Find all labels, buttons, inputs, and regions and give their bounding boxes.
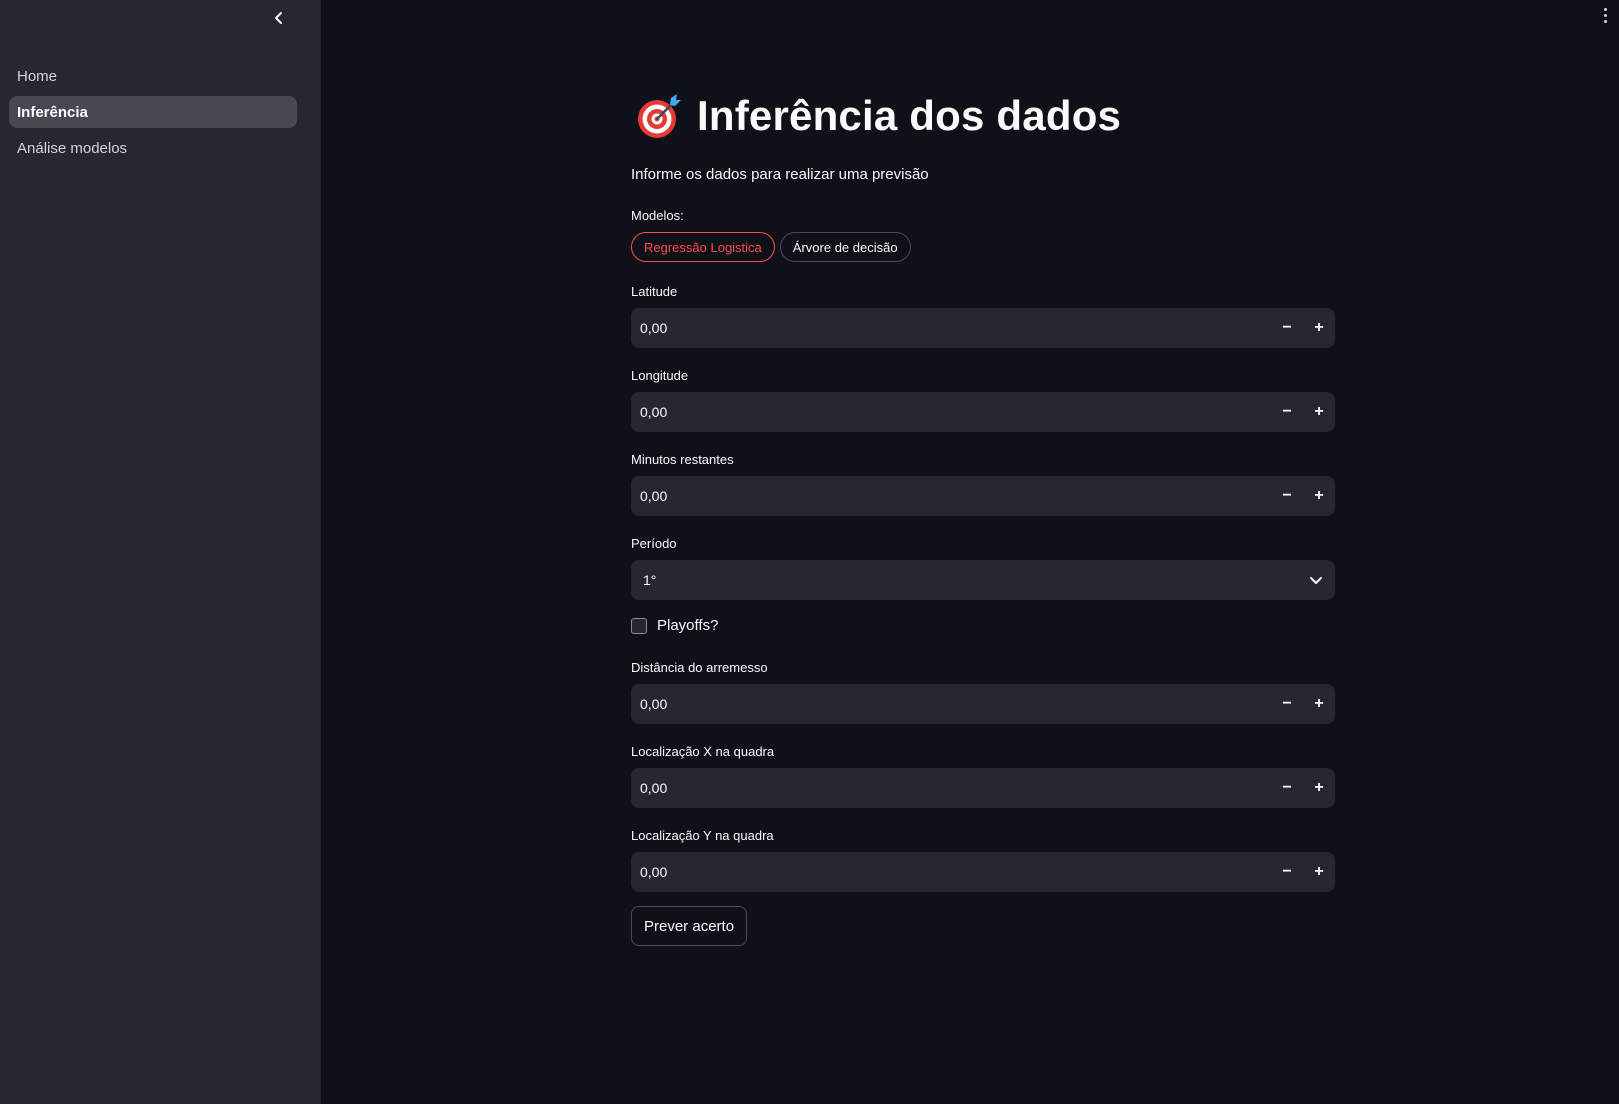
loc-x-value[interactable]: 0,00 — [631, 780, 1271, 796]
loc-x-increment-button[interactable]: + — [1303, 768, 1335, 808]
main-menu-button[interactable] — [1599, 4, 1611, 26]
predict-button[interactable]: Prever acerto — [631, 906, 748, 946]
playoffs-checkbox[interactable] — [631, 617, 647, 634]
loc-x-decrement-button[interactable]: − — [1271, 768, 1303, 808]
kebab-dot — [1603, 7, 1607, 11]
playoffs-label: Playoffs? — [657, 617, 719, 634]
page-title: Inferência dos dados — [697, 92, 1122, 139]
model-pill-arvore-de-decisao[interactable]: Árvore de decisão — [779, 232, 911, 262]
loc-x-input: 0,00 − + — [631, 768, 1335, 808]
periodo-label: Período — [631, 536, 677, 551]
sidebar-item-home[interactable]: Home — [9, 60, 297, 92]
kebab-dot — [1603, 13, 1607, 17]
longitude-label: Longitude — [631, 368, 689, 383]
sidebar-item-analise-modelos[interactable]: Análise modelos — [9, 132, 297, 164]
loc-x-label: Localização X na quadra — [631, 744, 775, 759]
periodo-select[interactable]: 1° — [631, 560, 1335, 600]
loc-y-value[interactable]: 0,00 — [631, 864, 1271, 880]
sidebar-item-label: Home — [17, 67, 58, 85]
distancia-increment-button[interactable]: + — [1303, 684, 1335, 724]
loc-y-decrement-button[interactable]: − — [1271, 852, 1303, 892]
latitude-input: 0,00 − + — [631, 308, 1335, 348]
chevron-down-icon — [1310, 577, 1322, 584]
target-dart-icon — [638, 94, 681, 138]
distancia-decrement-button[interactable]: − — [1271, 684, 1303, 724]
sidebar-item-label: Análise modelos — [17, 139, 128, 157]
playoffs-row: Playoffs? — [631, 617, 718, 634]
minutos-restantes-decrement-button[interactable]: − — [1271, 476, 1303, 516]
minutos-restantes-input: 0,00 − + — [631, 476, 1335, 516]
latitude-value[interactable]: 0,00 — [631, 320, 1271, 336]
sidebar-item-label: Inferência — [17, 103, 88, 121]
page-header: Inferência dos dados — [635, 92, 1121, 140]
distancia-value[interactable]: 0,00 — [631, 696, 1271, 712]
longitude-input: 0,00 − + — [631, 392, 1335, 432]
loc-y-increment-button[interactable]: + — [1303, 852, 1335, 892]
sidebar-nav: Home Inferência Análise modelos — [9, 60, 297, 168]
minutos-restantes-value[interactable]: 0,00 — [631, 488, 1271, 504]
longitude-decrement-button[interactable]: − — [1271, 392, 1303, 432]
distancia-label: Distância do arremesso — [631, 660, 768, 675]
longitude-increment-button[interactable]: + — [1303, 392, 1335, 432]
latitude-increment-button[interactable]: + — [1303, 308, 1335, 348]
minutos-restantes-label: Minutos restantes — [631, 452, 734, 467]
minutos-restantes-increment-button[interactable]: + — [1303, 476, 1335, 516]
latitude-label: Latitude — [631, 284, 678, 299]
models-pills: Regressão Logistica Árvore de decisão — [631, 232, 911, 262]
kebab-dot — [1603, 19, 1607, 23]
sidebar: Home Inferência Análise modelos — [0, 0, 321, 1104]
latitude-decrement-button[interactable]: − — [1271, 308, 1303, 348]
app-window: Home Inferência Análise modelos Inferênc… — [0, 0, 1619, 1104]
page-subtitle: Informe os dados para realizar uma previ… — [631, 166, 929, 183]
distancia-input: 0,00 − + — [631, 684, 1335, 724]
loc-y-label: Localização Y na quadra — [631, 828, 774, 843]
model-pill-regressao-logistica[interactable]: Regressão Logistica — [631, 232, 775, 262]
loc-y-input: 0,00 − + — [631, 852, 1335, 892]
periodo-value: 1° — [643, 572, 657, 588]
longitude-value[interactable]: 0,00 — [631, 404, 1271, 420]
collapse-sidebar-button[interactable] — [268, 7, 290, 29]
sidebar-item-inferencia[interactable]: Inferência — [9, 96, 297, 128]
models-label: Modelos: — [631, 208, 684, 223]
chevron-left-icon — [275, 12, 282, 24]
